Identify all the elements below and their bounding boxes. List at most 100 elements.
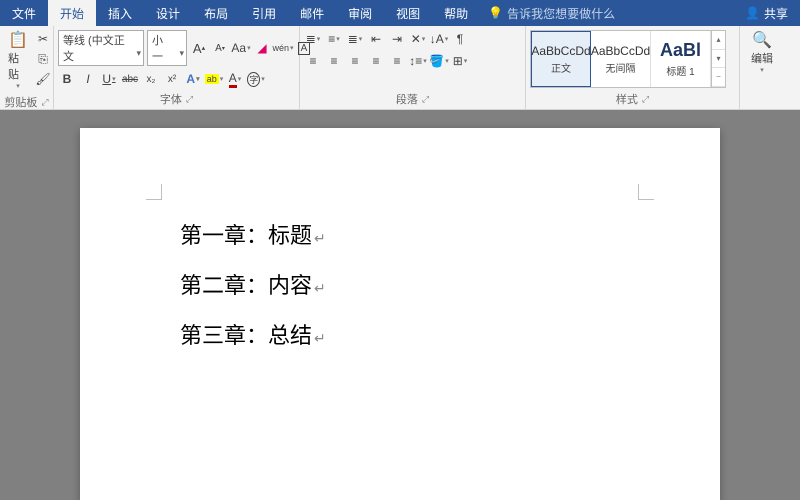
clear-format-button[interactable]: ◢ (253, 39, 271, 57)
align-justify-button[interactable]: ≡ (367, 52, 385, 70)
italic-button[interactable]: I (79, 70, 97, 88)
indent-icon: ⇥ (392, 32, 402, 46)
style-preview: AaBbCcDd (591, 44, 650, 58)
multilevel-icon: ≣ (348, 32, 358, 46)
tell-me-search[interactable]: 💡 告诉我您想要做什么 (488, 5, 733, 22)
dialog-launcher-icon[interactable]: ⤢ (642, 94, 649, 105)
group-editing: 🔍 编辑 ▾ (740, 26, 784, 109)
style-heading1[interactable]: AaBl 标题 1 (651, 31, 711, 87)
share-button[interactable]: 👤 共享 (733, 5, 800, 22)
style-normal[interactable]: AaBbCcDd 正文 (531, 31, 591, 87)
sort-button[interactable]: ↓A (430, 30, 448, 48)
bullets-button[interactable]: ≣ (304, 30, 322, 48)
cut-button[interactable]: ✂ (34, 30, 52, 48)
chevron-down-icon: ▾ (760, 66, 764, 74)
document-line[interactable]: 第一章：标题↵ (180, 218, 620, 250)
paste-button[interactable]: 📋 粘贴 ▾ (4, 28, 32, 92)
font-family-select[interactable]: 等线 (中文正文 (58, 30, 144, 66)
multilevel-button[interactable]: ≣ (346, 30, 364, 48)
tab-mailings[interactable]: 邮件 (288, 0, 336, 26)
bold-button[interactable]: B (58, 70, 76, 88)
document-line[interactable]: 第二章：内容↵ (180, 268, 620, 300)
tab-layout[interactable]: 布局 (192, 0, 240, 26)
style-name-label: 正文 (551, 60, 571, 75)
line-text: 第三章：总结 (180, 318, 312, 350)
brush-icon: 🖌 (35, 72, 50, 86)
copy-icon: ⎘ (38, 52, 48, 67)
copy-button[interactable]: ⎘ (34, 50, 52, 68)
tab-file[interactable]: 文件 (0, 0, 48, 26)
margin-corner-tr (638, 184, 654, 200)
paragraph-mark-icon: ↵ (314, 330, 326, 347)
share-icon: 👤 (745, 6, 760, 20)
line-spacing-button[interactable]: ↕≡ (409, 52, 427, 70)
case-icon: Aa (231, 41, 246, 55)
style-no-spacing[interactable]: AaBbCcDd 无间隔 (591, 31, 651, 87)
document-line[interactable]: 第三章：总结↵ (180, 318, 620, 350)
distribute-icon: ≡ (393, 54, 400, 68)
grow-font-button[interactable]: A▴ (190, 39, 208, 57)
sort-icon: ↓A (430, 32, 444, 46)
document-page[interactable]: 第一章：标题↵ 第二章：内容↵ 第三章：总结↵ (80, 128, 720, 500)
paragraph-group-label: 段落 (396, 91, 418, 107)
styles-scroll-up[interactable]: ▴ (712, 31, 725, 50)
enclose-button[interactable]: 字 (247, 70, 265, 88)
tab-view[interactable]: 视图 (384, 0, 432, 26)
tab-help[interactable]: 帮助 (432, 0, 480, 26)
editing-label: 编辑 (751, 50, 773, 66)
tell-me-label: 告诉我您想要做什么 (507, 5, 615, 22)
style-preview: AaBl (660, 40, 701, 61)
paste-label: 粘贴 (8, 50, 28, 82)
pinyin-button[interactable]: wén (274, 39, 292, 57)
show-marks-button[interactable]: ¶ (451, 30, 469, 48)
superscript-button[interactable]: x² (163, 70, 181, 88)
font-color-button[interactable]: A (226, 70, 244, 88)
shading-button[interactable]: 🪣 (430, 52, 448, 70)
styles-scroll-down[interactable]: ▾ (712, 50, 725, 69)
enclose-icon: 字 (247, 72, 260, 87)
grow-a-icon: A (193, 41, 202, 56)
indent-increase-button[interactable]: ⇥ (388, 30, 406, 48)
line-text: 第一章：标题 (180, 218, 312, 250)
align-right-button[interactable]: ≡ (346, 52, 364, 70)
styles-gallery: AaBbCcDd 正文 AaBbCcDd 无间隔 AaBl 标题 1 ▴ ▾ ⎯ (530, 30, 726, 88)
align-left-button[interactable]: ≡ (304, 52, 322, 70)
dialog-launcher-icon[interactable]: ⤢ (422, 94, 429, 105)
dialog-launcher-icon[interactable]: ⤢ (186, 94, 193, 105)
borders-button[interactable]: ⊞ (451, 52, 469, 70)
search-icon: 🔍 (752, 30, 772, 50)
subscript-button[interactable]: x₂ (142, 70, 160, 88)
clipboard-icon: 📋 (8, 30, 28, 50)
styles-group-label: 样式 (616, 91, 638, 107)
distribute-button[interactable]: ≡ (388, 52, 406, 70)
group-paragraph: ≣ ≡ ≣ ⇤ ⇥ ✕ ↓A ¶ ≡ ≡ ≡ ≡ ≡ ↕≡ 🪣 ⊞ 段落 ⤢ (300, 26, 526, 109)
tab-insert[interactable]: 插入 (96, 0, 144, 26)
strike-button[interactable]: abc (121, 70, 139, 88)
styles-expand[interactable]: ⎯ (712, 68, 725, 87)
dialog-launcher-icon[interactable]: ⤢ (41, 97, 48, 108)
align-left-icon: ≡ (309, 54, 316, 68)
font-size-select[interactable]: 小一 (147, 30, 187, 66)
text-direction-button[interactable]: ✕ (409, 30, 427, 48)
tab-references[interactable]: 引用 (240, 0, 288, 26)
numbering-button[interactable]: ≡ (325, 30, 343, 48)
chevron-down-icon: ▾ (16, 82, 20, 90)
style-name-label: 无间隔 (606, 60, 636, 75)
indent-decrease-button[interactable]: ⇤ (367, 30, 385, 48)
tab-design[interactable]: 设计 (144, 0, 192, 26)
format-painter-button[interactable]: 🖌 (34, 70, 52, 88)
align-center-button[interactable]: ≡ (325, 52, 343, 70)
shrink-font-button[interactable]: A▾ (211, 39, 229, 57)
borders-icon: ⊞ (453, 54, 463, 68)
align-justify-icon: ≡ (372, 54, 379, 68)
tab-review[interactable]: 审阅 (336, 0, 384, 26)
tab-home[interactable]: 开始 (48, 0, 96, 26)
underline-button[interactable]: U (100, 70, 118, 88)
group-clipboard: 📋 粘贴 ▾ ✂ ⎘ 🖌 剪贴板⤢ (0, 26, 54, 109)
find-button[interactable]: 🔍 编辑 ▾ (747, 28, 777, 76)
change-case-button[interactable]: Aa (232, 39, 250, 57)
share-label: 共享 (764, 5, 788, 22)
highlight-button[interactable]: ab (205, 70, 223, 88)
text-effects-button[interactable]: A (184, 70, 202, 88)
style-name-label: 标题 1 (666, 63, 694, 78)
